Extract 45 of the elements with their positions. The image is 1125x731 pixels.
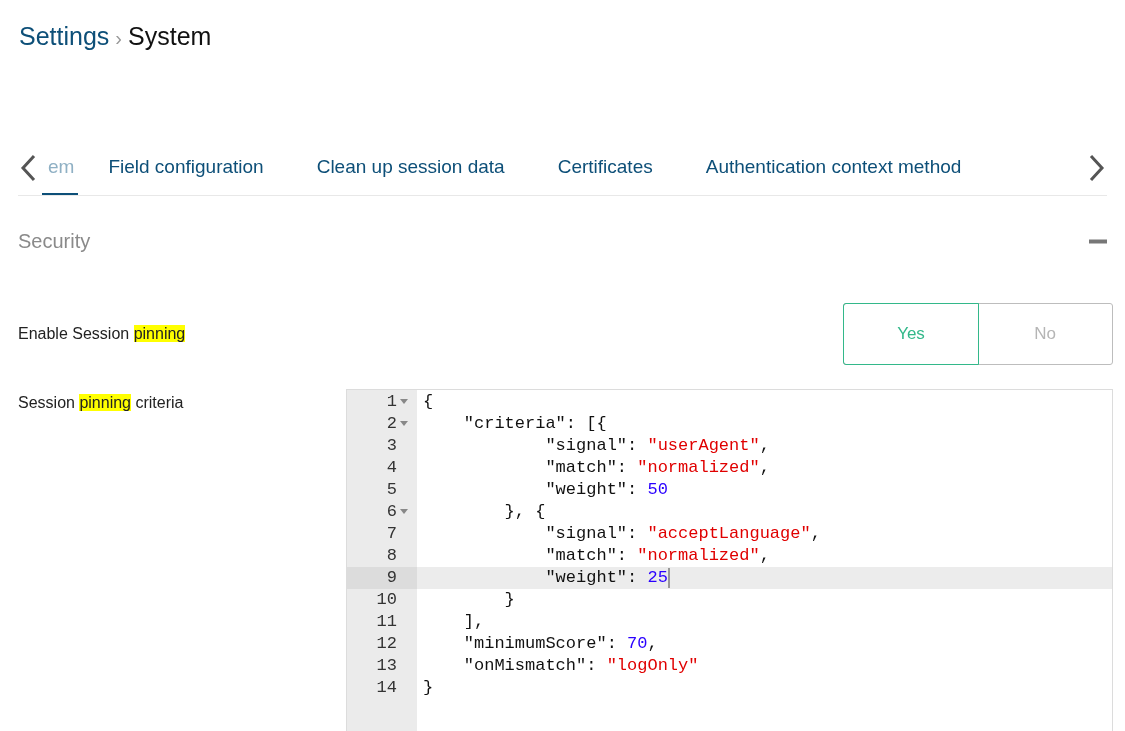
code-line: "onMismatch": "logOnly" [462,654,699,677]
line-number: 10 [376,588,397,611]
code-line: "criteria": [{ [462,412,607,435]
section-title: Security [18,228,91,254]
code-line: "match": "normalized", [544,544,770,567]
code-line: }, { [503,500,546,523]
line-number: 1 [386,390,397,413]
line-number: 6 [386,500,397,523]
breadcrumb-separator: › [115,26,122,51]
field-label: Session pinning criteria [18,393,184,411]
code-line: } [423,676,434,699]
line-number: 8 [386,544,397,567]
text-cursor [667,567,670,588]
line-number: 7 [386,522,397,545]
field-label: Enable Session pinning [18,323,186,344]
line-number: 11 [376,610,397,633]
line-number: 2 [386,412,397,435]
fold-caret-icon[interactable] [400,509,408,514]
code-line: "signal": "acceptLanguage", [544,522,821,545]
line-number: 9 [386,566,397,589]
code-line: "weight": 50 [544,478,668,501]
breadcrumb-link[interactable]: Settings [19,18,110,56]
tab[interactable]: Clean up session data [316,141,505,195]
line-number: 3 [386,434,397,457]
code-line: "match": "normalized", [544,456,770,479]
code-line: } [503,588,515,611]
line-number: 5 [386,478,397,501]
code-line: "minimumScore": 70, [462,632,658,655]
line-number: 13 [376,654,397,677]
fold-caret-icon[interactable] [400,399,408,404]
chevron-left-icon[interactable] [18,153,38,183]
code-line: "signal": "userAgent", [544,434,770,457]
chevron-right-icon[interactable] [1087,153,1107,183]
tab[interactable]: Certificates [557,141,653,195]
page-title: System [128,21,212,52]
line-number: 4 [386,456,397,479]
line-number: 14 [376,676,397,699]
code-line: ], [462,610,485,633]
line-number: 12 [376,632,397,655]
code-line: "weight": 25 [544,566,668,589]
fold-caret-icon[interactable] [400,421,408,426]
tab[interactable]: Field configuration [108,141,264,195]
tab[interactable]: Authentication context method [705,141,962,195]
code-line: { [423,390,434,413]
code-editor[interactable] [346,388,1113,731]
